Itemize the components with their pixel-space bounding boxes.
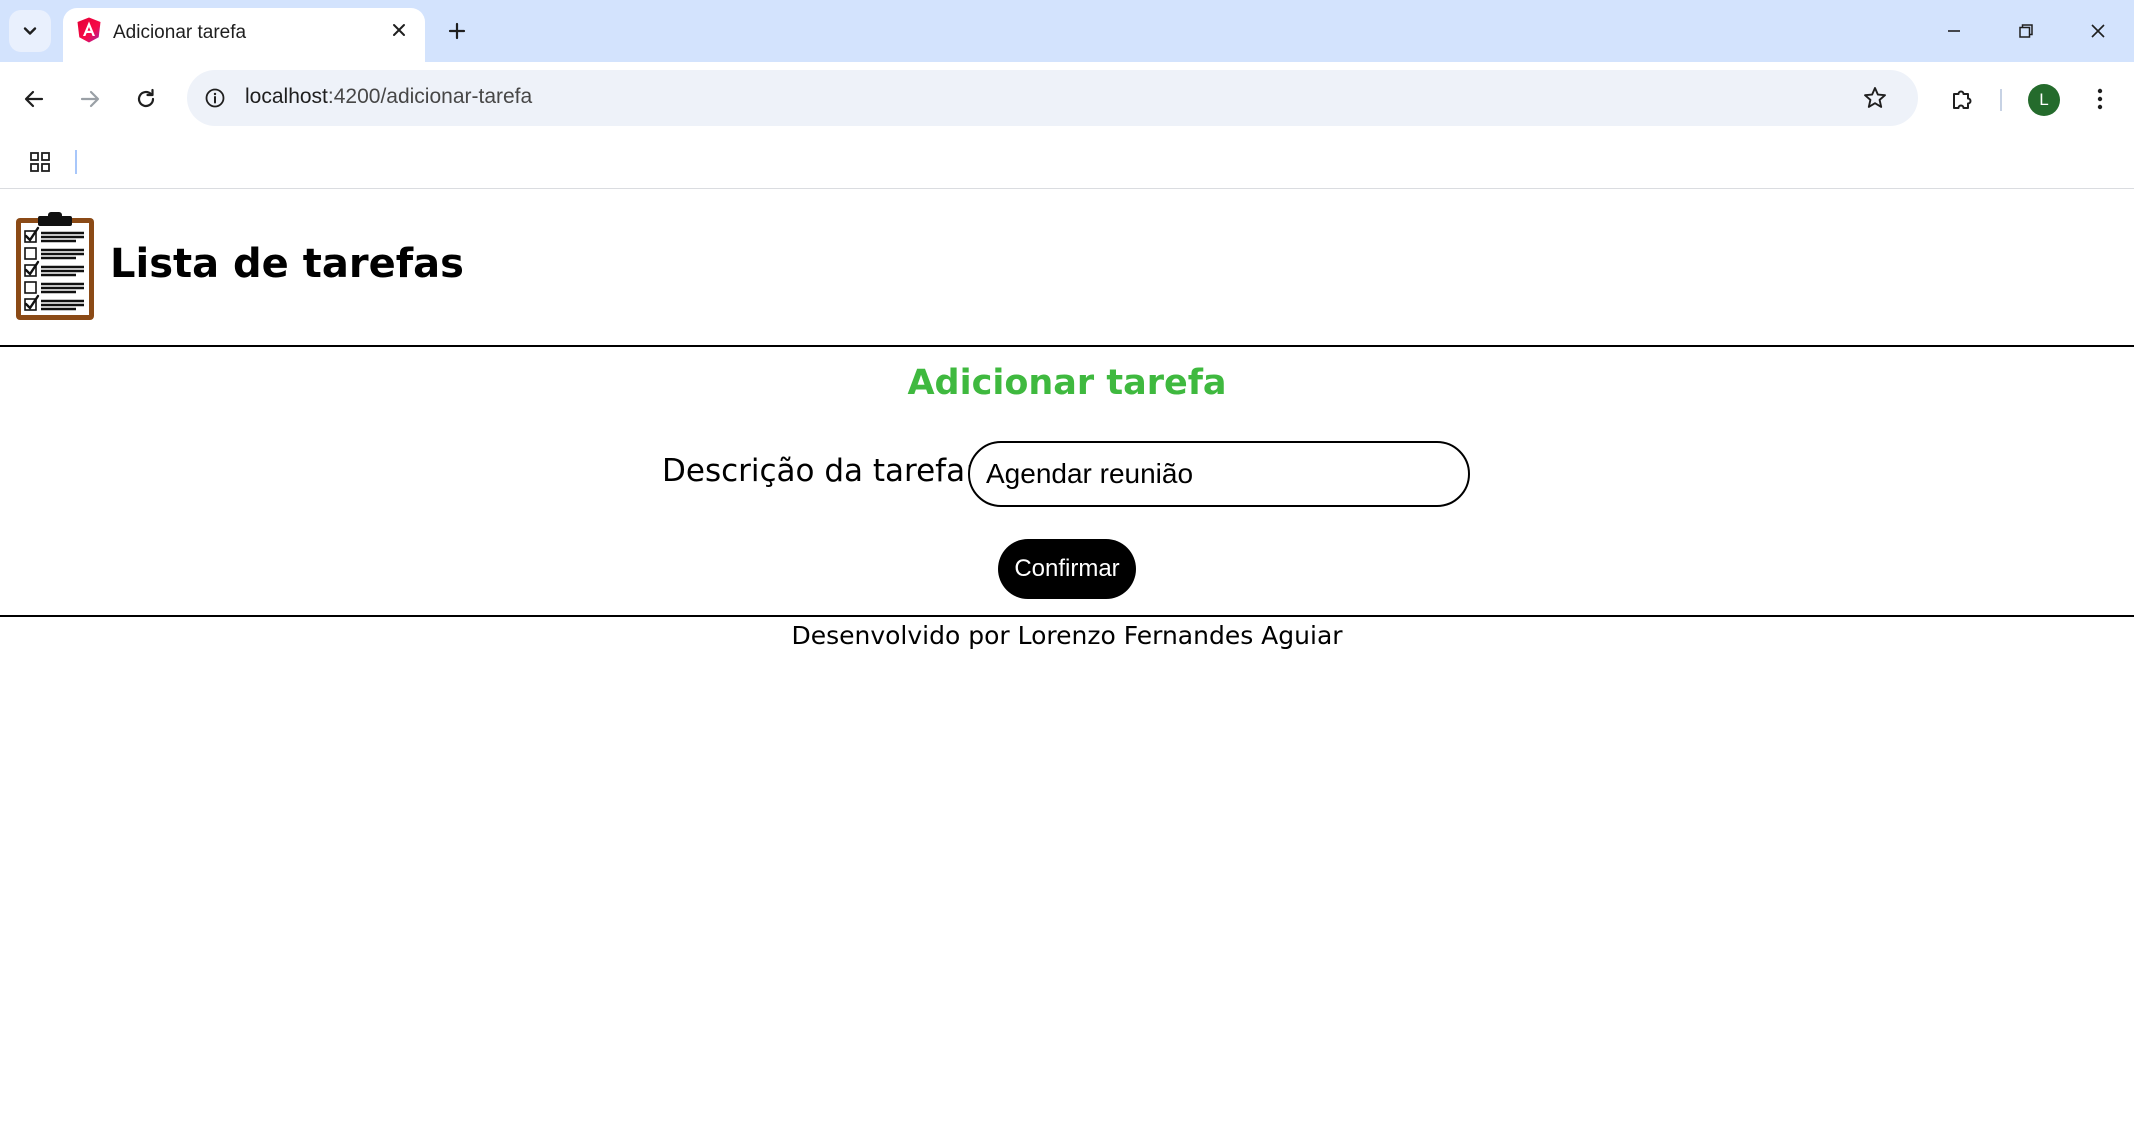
close-window-button[interactable]: [2068, 8, 2128, 54]
close-icon: [2091, 24, 2105, 38]
minimize-button[interactable]: [1924, 8, 1984, 54]
url-host: localhost: [245, 85, 328, 108]
back-button[interactable]: [12, 77, 56, 121]
description-input[interactable]: [968, 441, 1470, 507]
plus-icon: [448, 22, 466, 40]
more-vertical-icon: [2097, 88, 2103, 110]
close-icon: [393, 24, 405, 36]
confirm-button[interactable]: Confirmar: [998, 539, 1136, 599]
reload-icon: [137, 88, 155, 108]
chevron-down-icon: [23, 27, 37, 35]
angular-logo-icon: [77, 17, 101, 43]
puzzle-piece-icon: [1953, 90, 1972, 109]
browser-tab-active[interactable]: Adicionar tarefa: [63, 8, 425, 62]
apps-grid-icon: [30, 152, 50, 172]
tab-title: Adicionar tarefa: [113, 22, 247, 43]
site-header: Lista de tarefas: [0, 189, 2134, 347]
star-icon: [1864, 87, 1886, 108]
url-text[interactable]: localhost:4200/adicionar-tarefa: [245, 85, 532, 109]
arrow-left-icon: [24, 90, 44, 108]
browser-toolbar: localhost:4200/adicionar-tarefa L: [0, 62, 2134, 136]
browser-tabstrip: Adicionar tarefa: [0, 0, 2134, 62]
new-tab-button[interactable]: [440, 14, 474, 48]
extensions-button[interactable]: [1940, 77, 1984, 121]
bookmarks-divider: [75, 150, 77, 174]
toolbar-divider: [2000, 89, 2002, 111]
form-title: Adicionar tarefa: [907, 363, 1227, 403]
address-bar[interactable]: localhost:4200/adicionar-tarefa: [187, 70, 1918, 126]
tab-search-button[interactable]: [9, 10, 51, 52]
info-icon: [205, 88, 225, 108]
description-label: Descrição da tarefa:: [662, 453, 976, 489]
description-field-row: Descrição da tarefa:: [0, 441, 2134, 509]
forward-button[interactable]: [68, 77, 112, 121]
clipboard-checklist-icon: [16, 212, 94, 320]
page-content: Lista de tarefas Adicionar tarefa Descri…: [0, 189, 2134, 1137]
reload-button[interactable]: [124, 77, 168, 121]
site-title: Lista de tarefas: [110, 241, 464, 287]
restore-button[interactable]: [1996, 8, 2056, 54]
restore-icon: [2019, 24, 2033, 38]
profile-avatar[interactable]: L: [2028, 84, 2060, 116]
tab-close-button[interactable]: [385, 16, 413, 44]
arrow-right-icon: [80, 90, 100, 108]
site-footer: Desenvolvido por Lorenzo Fernandes Aguia…: [0, 615, 2134, 650]
url-path: :4200/adicionar-tarefa: [327, 85, 533, 108]
minimize-icon: [1948, 30, 1960, 32]
bookmark-star-button[interactable]: [1859, 82, 1891, 114]
bookmarks-bar: [0, 136, 2134, 189]
apps-button[interactable]: [22, 144, 58, 180]
site-info-button[interactable]: [201, 84, 229, 112]
browser-menu-button[interactable]: [2080, 77, 2120, 121]
footer-credit: Desenvolvido por Lorenzo Fernandes Aguia…: [791, 621, 1343, 650]
